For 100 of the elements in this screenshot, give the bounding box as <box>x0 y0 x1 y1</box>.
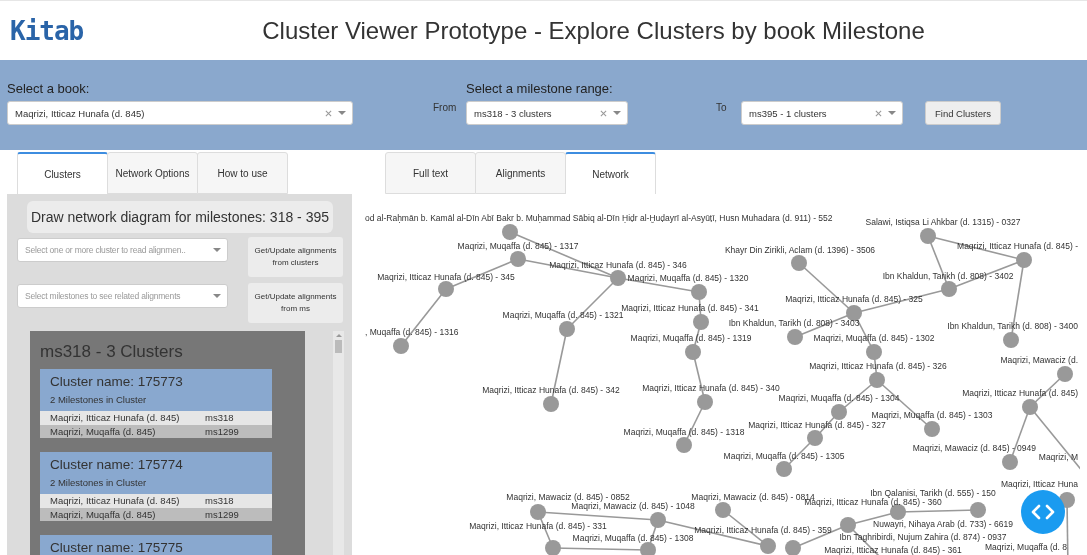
milestone-title: ms318 - 3 Clusters <box>40 342 184 362</box>
network-node <box>869 372 885 388</box>
page-title: Cluster Viewer Prototype - Explore Clusters by book Milestone <box>261 16 926 45</box>
network-node <box>715 502 731 518</box>
cluster-name: Cluster name: 175775 <box>50 540 184 555</box>
network-node <box>1016 252 1032 268</box>
node-label: Maqrizi, Mawaciz (d. <box>1000 355 1078 365</box>
node-label: Ibn Taghribirdi, Nujum Zahira (d. 874) - 0937 <box>839 532 1007 542</box>
node-label: Maqrizi, Muqaffa (d. 845) - 1318 <box>623 427 745 437</box>
network-node <box>676 437 692 453</box>
caret-icon <box>888 111 896 115</box>
network-node <box>502 224 518 240</box>
network-node <box>1002 454 1018 470</box>
network-node <box>840 517 856 533</box>
milestone-select[interactable]: ms395 - 1 clusters <box>741 101 903 125</box>
network-node <box>438 281 454 297</box>
node-label: Maqrizi, Itticaz Hunafa (d. 845) - 361 <box>824 545 962 555</box>
clear-icon[interactable] <box>875 109 882 117</box>
caret-icon <box>213 294 221 298</box>
to-label: To <box>716 102 728 113</box>
tab[interactable]: How to use <box>197 152 288 194</box>
cluster-name: Cluster name: 175773 <box>50 374 184 389</box>
network-node <box>543 396 559 412</box>
node-label: Khayr Din Zirikli, Aclam (d. 1396) - 3506 <box>724 245 876 255</box>
network-node <box>920 228 936 244</box>
tab[interactable]: Alignments <box>475 152 566 194</box>
node-label: Maqrizi, Mawaciz (d. 845) - 0852 <box>506 492 630 502</box>
node-label: , Muqaffa (d. 845) - 1316 <box>365 327 459 337</box>
node-label: Maqrizi, Itticaz Hunafa (d. 845) - 341 <box>621 303 759 313</box>
node-label: Maqrizi, Muqaffa (d. 845) - 1308 <box>572 533 694 543</box>
caret-icon <box>213 248 221 252</box>
node-label: Maqrizi, Muqaffa (d. 845) - 1321 <box>502 310 624 320</box>
node-label: Maqrizi, Muqaffa (d. 845) - 1305 <box>723 451 845 461</box>
network-node <box>785 540 801 555</box>
milestone-id: ms318 <box>205 412 234 424</box>
scroll-up-icon[interactable] <box>335 334 342 337</box>
update-alignments-button[interactable]: Get/Update alignments from clusters <box>248 237 343 277</box>
milestone-count: 2 Milestones in Cluster <box>50 394 148 405</box>
node-label: Maqrizi, Mawaciz (d. 845) - 0949 <box>912 443 1036 453</box>
network-node <box>1003 332 1019 348</box>
network-node <box>510 251 526 267</box>
network-node <box>787 329 803 345</box>
node-label: Maqrizi, Itticaz Hunafa (d. 845) - 359 <box>694 525 832 535</box>
chevrons-icon <box>1031 503 1055 521</box>
node-label: Maqrizi, M <box>1038 452 1078 462</box>
network-node <box>640 542 656 555</box>
node-label: Maqrizi, Itticaz Hunafa (d. 845) - <box>957 241 1078 251</box>
node-label: Ibn Qalanisi, Tarikh (d. 555) - 150 <box>870 488 996 498</box>
find-clusters-button[interactable]: Find Clusters <box>925 101 1001 125</box>
node-label: Maqrizi, Itticaz Hunafa (d. 845) - 340 <box>642 383 780 393</box>
node-label: Maqrizi, Itticaz Hunafa (d. 845) - 331 <box>469 521 607 531</box>
node-label: Maqrizi, Itticaz Huna <box>1001 479 1078 489</box>
cluster-name: Cluster name: 175774 <box>50 457 184 472</box>
node-label: od al-Raḥmān b. Kamāl al-Dīn Abī Bakr b. Muḥammad Sābiq al-Dīn Ḥiḍr al-Ḫuḍayrī al-Asyūṭī, Husn Muhadara (d. 911) - 552 <box>365 213 833 223</box>
network-node <box>970 502 986 518</box>
book-select[interactable]: Maqrizi, Itticaz Hunafa (d. 845) <box>7 101 353 125</box>
scrollbar[interactable] <box>333 331 344 555</box>
network-node <box>610 270 626 286</box>
node-label: Maqrizi, Itticaz Hunafa (d. 845) - 342 <box>482 385 620 395</box>
clear-icon[interactable] <box>600 109 607 117</box>
network-node <box>846 305 862 321</box>
network-node <box>791 255 807 271</box>
node-label: Maqrizi, Itticaz Hunafa (d. 845) - 327 <box>748 420 886 430</box>
caret-icon <box>338 111 346 115</box>
panel-heading: Draw network diagram for milestones: 318 - 395 <box>27 201 333 233</box>
network-node <box>685 344 701 360</box>
clear-icon[interactable] <box>325 109 332 117</box>
tab[interactable]: Full text <box>385 152 476 194</box>
network-node <box>693 314 709 330</box>
node-label: Maqrizi, Muqaffa (d. 845) - 1302 <box>813 333 935 343</box>
tab[interactable]: Network <box>565 152 656 194</box>
network-node <box>393 338 409 354</box>
network-node <box>941 281 957 297</box>
node-label: Maqrizi, Itticaz Hunafa (d. 845) - 346 <box>549 260 687 270</box>
from-label: From <box>433 102 458 113</box>
node-label: Maqrizi, Mawaciz (d. 845) - 1048 <box>571 501 695 511</box>
scroll-thumb[interactable] <box>335 340 342 353</box>
node-label: Maqrizi, Itticaz Hunafa (d. 845) - 345 <box>377 272 515 282</box>
update-alignments-button[interactable]: Get/Update alignments from ms <box>248 283 343 323</box>
network-node <box>530 504 546 520</box>
network-node <box>650 512 666 528</box>
network-node <box>1022 399 1038 415</box>
milestone-id: ms318 <box>205 495 234 507</box>
milestone-id: ms1299 <box>205 508 239 520</box>
book-name: Maqrizi, Muqaffa (d. 845) <box>50 425 157 437</box>
node-label: Nuwayri, Nihaya Arab (d. 733) - 6619 <box>873 519 1013 529</box>
network-node <box>924 421 940 437</box>
tab[interactable]: Network Options <box>107 152 198 194</box>
network-node <box>807 430 823 446</box>
node-label: Ibn Khaldun, Tarikh (d. 808) - 3403 <box>728 318 860 328</box>
network-node <box>866 344 882 360</box>
network-node <box>691 284 707 300</box>
caret-icon <box>613 111 621 115</box>
toggle-button[interactable] <box>1021 490 1065 534</box>
milestone-select[interactable]: ms318 - 3 clusters <box>466 101 628 125</box>
tab[interactable]: Clusters <box>17 152 108 194</box>
node-label: Ibn Khaldun, Tarikh (d. 808) - 3400 <box>947 321 1078 331</box>
node-label: Maqrizi, Muqaffa (d. 845) - 1303 <box>871 410 993 420</box>
logo: Kitab <box>9 15 85 46</box>
network-node <box>545 540 561 555</box>
